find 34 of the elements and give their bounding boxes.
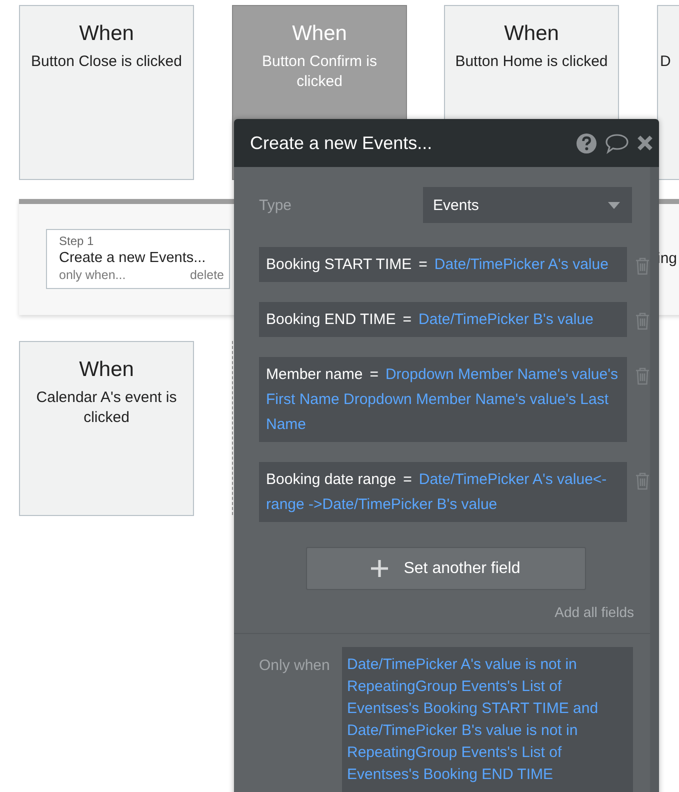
card-heading: When: [78, 21, 135, 47]
condition-link[interactable]: only when...: [59, 268, 126, 283]
comment-icon[interactable]: [605, 132, 629, 154]
card-heading: When: [503, 21, 560, 47]
step-card[interactable]: Step 1 Create a new Events... only when... delete: [46, 229, 230, 289]
card-label: Button Confirm is clicked: [260, 52, 378, 92]
event-card[interactable]: D: [657, 5, 679, 180]
caret-icon: [608, 202, 620, 208]
event-card[interactable]: When Button Close is clicked: [19, 5, 194, 180]
step-title: Create a new Events...: [59, 249, 207, 268]
trash-icon[interactable]: [635, 367, 650, 385]
type-label: Type: [259, 196, 293, 214]
close-icon[interactable]: [637, 135, 653, 151]
condition-label: Only when: [259, 656, 331, 674]
card-label: Button Home is clicked: [454, 52, 609, 72]
field-assignment[interactable]: Booking START TIME = Date/TimePicker A's value: [259, 247, 627, 282]
card-heading: When: [78, 357, 135, 383]
step-number: Step 1: [59, 234, 95, 248]
card-label: Calendar A's event is clicked: [35, 388, 178, 428]
plus-icon: [370, 560, 388, 577]
delete-link[interactable]: delete: [190, 268, 224, 283]
type-dropdown[interactable]: Events: [423, 187, 632, 223]
help-icon[interactable]: [576, 132, 597, 154]
trash-icon[interactable]: [635, 312, 650, 330]
card-label: Button Close is clicked: [30, 52, 183, 72]
event-card[interactable]: When Calendar A's event is clicked: [19, 341, 194, 516]
field-assignment[interactable]: Member name = Dropdown Member Name's value's First Name Dropdown Member Name's value's Last Name: [259, 357, 627, 442]
set-field-button[interactable]: Set another field: [306, 547, 586, 590]
field-assignment[interactable]: Booking END TIME = Date/TimePicker B's value: [259, 302, 627, 337]
field-assignment[interactable]: Booking date range = Date/TimePicker A's value<-range ->Date/TimePicker B's value: [259, 462, 627, 522]
trash-icon[interactable]: [635, 472, 650, 490]
trash-icon[interactable]: [635, 257, 650, 275]
card-label: D: [659, 52, 672, 72]
card-heading: When: [291, 21, 348, 47]
